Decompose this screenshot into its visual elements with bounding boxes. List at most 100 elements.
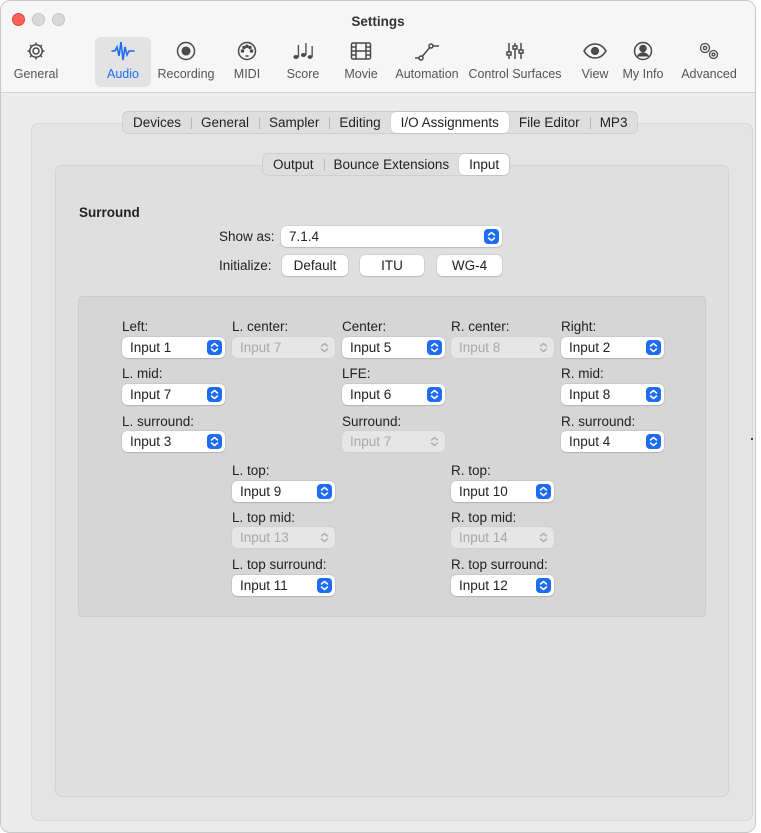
r-center-channel-label: R. center: (451, 319, 510, 334)
center-channel-label: Center: (342, 319, 387, 334)
toolbar-audio[interactable]: Audio (95, 37, 151, 87)
r-top-surround-channel-label: R. top surround: (451, 557, 548, 572)
lfe-channel-popup[interactable]: Input 6 (342, 384, 445, 405)
toolbar-view[interactable]: View (576, 37, 614, 87)
tab-editing[interactable]: Editing (329, 112, 390, 133)
r-top-surround-channel-popup[interactable]: Input 12 (451, 575, 554, 596)
initialize-label: Initialize: (219, 258, 272, 273)
l-top-surround-channel-popup[interactable]: Input 11 (232, 575, 335, 596)
midi-port-icon (236, 37, 258, 65)
l-center-channel-popup: Input 7 (232, 337, 335, 358)
l-top-mid-channel-label: L. top mid: (232, 510, 296, 525)
toolbar-label: General (13, 67, 59, 81)
automation-curve-icon (413, 37, 441, 65)
gears-icon (696, 37, 722, 65)
channel-value: Input 13 (240, 530, 289, 545)
subtab-output[interactable]: Output (263, 154, 324, 175)
faders-icon (504, 37, 526, 65)
left-channel-popup[interactable]: Input 1 (122, 337, 225, 358)
channel-value: Input 7 (350, 434, 392, 449)
chevron-updown-icon (318, 340, 330, 355)
show-as-popup[interactable]: 7.1.4 (281, 226, 502, 247)
right-channel-popup[interactable]: Input 2 (561, 337, 664, 358)
toolbar-label: View (581, 67, 609, 81)
subtab-input[interactable]: Input (459, 154, 510, 175)
toolbar-control-surfaces[interactable]: Control Surfaces (467, 37, 563, 87)
chevron-updown-icon (537, 340, 549, 355)
initialize-itu-button[interactable]: ITU (360, 255, 424, 276)
channel-value: Input 3 (130, 434, 172, 449)
tab-sampler[interactable]: Sampler (259, 112, 329, 133)
window-title: Settings (351, 14, 405, 29)
chevron-updown-icon (646, 387, 661, 402)
l-mid-channel-label: L. mid: (122, 366, 163, 381)
toolbar-label: My Info (622, 67, 664, 81)
toolbar-label: Audio (107, 67, 139, 81)
channel-value: Input 8 (569, 387, 611, 402)
toolbar-general[interactable]: General (9, 37, 63, 87)
edge-mark (751, 438, 753, 440)
tab-file-editor[interactable]: File Editor (509, 112, 590, 133)
r-center-channel-popup: Input 8 (451, 337, 554, 358)
toolbar-automation[interactable]: Automation (395, 37, 459, 87)
person-icon (632, 37, 654, 65)
l-top-channel-popup[interactable]: Input 9 (232, 481, 335, 502)
l-surround-channel-label: L. surround: (122, 414, 195, 429)
r-surround-channel-popup[interactable]: Input 4 (561, 431, 664, 452)
tab-io-assignments[interactable]: I/O Assignments (390, 112, 509, 133)
toolbar-label: MIDI (233, 67, 261, 81)
toolbar-recording[interactable]: Recording (156, 37, 216, 87)
lfe-channel-label: LFE: (342, 366, 371, 381)
channel-value: Input 4 (569, 434, 611, 449)
l-surround-channel-popup[interactable]: Input 3 (122, 431, 225, 452)
waveform-icon (110, 37, 136, 65)
left-channel-label: Left: (122, 319, 149, 334)
l-top-mid-channel-popup: Input 13 (232, 527, 335, 548)
channel-value: Input 7 (130, 387, 172, 402)
r-mid-channel-popup[interactable]: Input 8 (561, 384, 664, 405)
channel-value: Input 10 (459, 484, 508, 499)
l-top-surround-channel-label: L. top surround: (232, 557, 327, 572)
chevron-updown-icon (207, 434, 222, 449)
toolbar-advanced[interactable]: Advanced (674, 37, 744, 87)
chevron-updown-icon (646, 434, 661, 449)
tab-devices[interactable]: Devices (123, 112, 191, 133)
show-as-label: Show as: (219, 229, 275, 244)
subtab-bounce-extensions[interactable]: Bounce Extensions (323, 154, 460, 175)
surround-channel-label: Surround: (342, 414, 402, 429)
toolbar-label: Score (286, 67, 320, 81)
chevron-updown-icon (536, 484, 551, 499)
initialize-wg4-button[interactable]: WG-4 (437, 255, 502, 276)
r-top-mid-channel-popup: Input 14 (451, 527, 554, 548)
tab-mp3[interactable]: MP3 (589, 112, 638, 133)
tab-general[interactable]: General (191, 112, 259, 133)
record-icon (175, 37, 197, 65)
toolbar-label: Advanced (681, 67, 737, 81)
toolbar-my-info[interactable]: My Info (618, 37, 668, 87)
center-channel-popup[interactable]: Input 5 (342, 337, 445, 358)
r-top-channel-popup[interactable]: Input 10 (451, 481, 554, 502)
toolbar-midi[interactable]: MIDI (229, 37, 265, 87)
l-center-channel-label: L. center: (232, 319, 289, 334)
l-top-channel-label: L. top: (232, 463, 270, 478)
settings-tab-bar: Devices General Sampler Editing I/O Assi… (122, 111, 639, 134)
channel-value: Input 7 (240, 340, 282, 355)
r-mid-channel-label: R. mid: (561, 366, 604, 381)
channel-value: Input 2 (569, 340, 611, 355)
channel-value: Input 6 (350, 387, 392, 402)
chevron-updown-icon (428, 434, 440, 449)
chevron-updown-icon (207, 387, 222, 402)
channel-value: Input 5 (350, 340, 392, 355)
chevron-updown-icon (537, 530, 549, 545)
toolbar-label: Control Surfaces (468, 67, 562, 81)
channel-value: Input 14 (459, 530, 508, 545)
right-channel-label: Right: (561, 319, 597, 334)
l-mid-channel-popup[interactable]: Input 7 (122, 384, 225, 405)
channel-value: Input 8 (459, 340, 501, 355)
film-icon (349, 37, 373, 65)
initialize-default-button[interactable]: Default (282, 255, 348, 276)
toolbar-movie[interactable]: Movie (339, 37, 383, 87)
chevron-updown-icon (318, 530, 330, 545)
toolbar-score[interactable]: Score (283, 37, 323, 87)
r-surround-channel-label: R. surround: (561, 414, 636, 429)
